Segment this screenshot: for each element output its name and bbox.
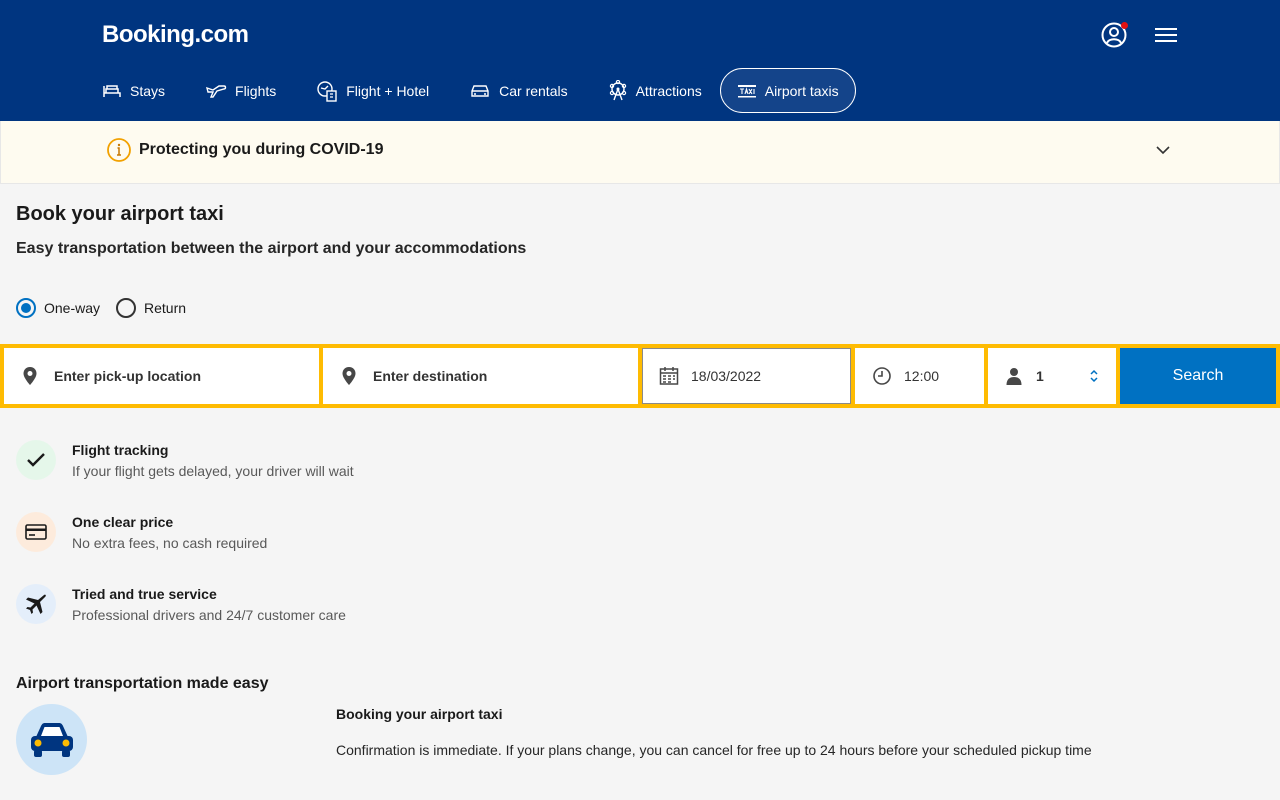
nav-airport-taxis[interactable]: Airport taxis [719, 68, 856, 113]
nav-airport-taxis-label: Airport taxis [764, 82, 839, 99]
nav-flights-label: Flights [235, 82, 277, 99]
plane-icon [206, 84, 227, 98]
feature-desc: If your flight gets delayed, your driver… [72, 463, 354, 479]
radio-circle [16, 298, 36, 318]
menu-icon[interactable] [1154, 26, 1178, 44]
chevron-down-icon[interactable] [1155, 145, 1171, 155]
time-picker[interactable]: 12:00 [855, 348, 984, 404]
car-illustration [16, 704, 87, 775]
destination-placeholder: Enter destination [373, 368, 488, 384]
destination-input[interactable]: Enter destination [323, 348, 638, 404]
person-icon [1006, 368, 1022, 385]
info-title: Booking your airport taxi [336, 706, 503, 722]
info-icon [107, 138, 131, 162]
map-pin-icon [23, 367, 37, 385]
covid-banner-text: Protecting you during COVID-19 [139, 141, 384, 158]
bed-icon [103, 84, 121, 97]
main-nav: Stays Flights Flight + Hotel Car rentals [102, 68, 896, 113]
covid-banner[interactable]: Protecting you during COVID-19 [0, 121, 1280, 184]
nav-attractions-label: Attractions [635, 82, 702, 99]
radio-circle [116, 298, 136, 318]
one-way-radio[interactable]: One-way [16, 298, 100, 318]
search-button[interactable]: Search [1120, 348, 1276, 404]
car-icon [30, 722, 73, 757]
pickup-placeholder: Enter pick-up location [54, 368, 202, 384]
date-value: 18/03/2022 [691, 368, 762, 384]
feature-title: One clear price [72, 514, 174, 530]
feature-trusted-service: Tried and true service Professional driv… [16, 584, 346, 624]
time-value: 12:00 [904, 368, 940, 384]
airplane-icon [16, 584, 56, 624]
nav-stays-label: Stays [130, 82, 166, 99]
check-icon [16, 440, 56, 480]
nav-flight-hotel-label: Flight + Hotel [346, 82, 430, 99]
date-picker[interactable]: 18/03/2022 [642, 348, 851, 404]
passengers-select[interactable]: 1 [988, 348, 1116, 404]
feature-title: Tried and true service [72, 586, 217, 602]
pickup-location-input[interactable]: Enter pick-up location [4, 348, 319, 404]
nav-car-rentals[interactable]: Car rentals [469, 68, 568, 113]
nav-flight-hotel[interactable]: Flight + Hotel [316, 68, 429, 113]
flight-hotel-icon [317, 80, 337, 102]
nav-car-rentals-label: Car rentals [499, 82, 568, 99]
taxi-icon [737, 84, 756, 97]
page-subtitle: Easy transportation between the airport … [16, 240, 527, 257]
map-pin-icon [342, 367, 356, 385]
nav-stays[interactable]: Stays [102, 68, 165, 113]
feature-desc: Professional drivers and 24/7 customer c… [72, 607, 346, 623]
section-title: Airport transportation made easy [16, 675, 269, 692]
feature-flight-tracking: Flight tracking If your flight gets dela… [16, 440, 354, 480]
feature-desc: No extra fees, no cash required [72, 535, 268, 551]
nav-flights[interactable]: Flights [205, 68, 276, 113]
clock-icon [873, 367, 891, 385]
ferris-wheel-icon [609, 79, 626, 100]
page-title: Book your airport taxi [16, 203, 224, 225]
return-radio[interactable]: Return [116, 298, 186, 318]
credit-card-icon [16, 512, 56, 552]
return-label: Return [144, 300, 187, 316]
booking-logo[interactable]: Booking.com [102, 21, 249, 49]
feature-clear-price: One clear price No extra fees, no cash r… [16, 512, 267, 552]
passengers-value: 1 [1036, 368, 1044, 384]
top-header: Booking.com Stays Flights Flight + Hotel… [0, 0, 1280, 121]
search-bar: Enter pick-up location Enter destination… [0, 344, 1280, 408]
calendar-icon [659, 367, 679, 385]
notification-dot [1121, 22, 1128, 29]
one-way-label: One-way [44, 300, 101, 316]
nav-attractions[interactable]: Attractions [608, 68, 702, 113]
chevron-updown-icon [1090, 369, 1098, 383]
car-icon [471, 84, 489, 97]
info-text: Confirmation is immediate. If your plans… [336, 742, 1092, 758]
feature-title: Flight tracking [72, 442, 169, 458]
